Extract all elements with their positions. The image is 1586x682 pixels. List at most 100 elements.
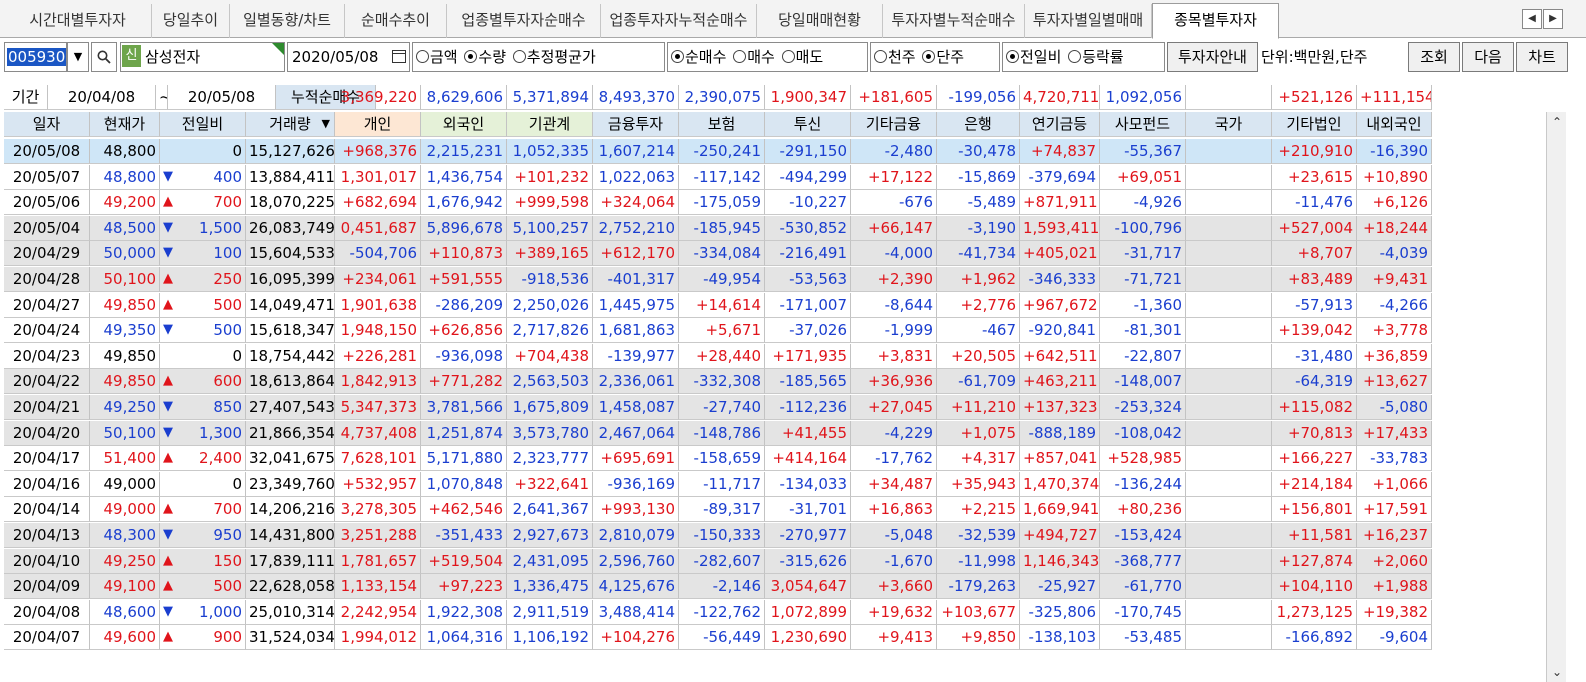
investor-cell-16: -33,783 (1357, 446, 1432, 472)
next-button[interactable]: 다음 (1462, 42, 1514, 72)
investor-cell-16: -5,080 (1357, 395, 1432, 420)
tab-8[interactable]: 투자자별일별매매 (1025, 4, 1152, 38)
price-cell: 48,800 (90, 139, 160, 164)
price-cell: 51,400 (90, 446, 160, 472)
column-header-15[interactable]: 기타법인 (1272, 112, 1357, 137)
column-header-1[interactable]: 현재가 (90, 112, 160, 137)
column-header-0[interactable]: 일자 (4, 112, 90, 137)
volume-cell: 32,041,675 (246, 446, 335, 472)
tab-0[interactable]: 시간대별투자자 (4, 4, 152, 38)
investor-cell-8: -117,142 (679, 164, 765, 190)
investor-guide-button[interactable]: 투자자안내 (1167, 42, 1258, 72)
cumulative-sum-10 (1186, 85, 1272, 110)
radio-prev-day[interactable]: 전일비 (1006, 43, 1061, 71)
search-button[interactable] (91, 42, 117, 72)
column-header-9[interactable]: 투신 (765, 112, 851, 137)
down-arrow-icon: ▼ (163, 322, 173, 338)
investor-cell-4: +532,957 (335, 471, 421, 497)
radio-estimated-avg[interactable]: 추정평균가 (512, 43, 596, 71)
column-header-14[interactable]: 국가 (1186, 112, 1272, 137)
query-button[interactable]: 조회 (1408, 42, 1460, 72)
price-cell: 49,850 (90, 292, 160, 318)
investor-cell-14 (1186, 292, 1272, 318)
vertical-scrollbar[interactable]: ⌃ ⌄ (1546, 112, 1566, 682)
column-header-7[interactable]: 금융투자 (593, 112, 679, 137)
volume-sort-icon[interactable]: ▼ (322, 112, 330, 136)
column-header-12[interactable]: 연기금등 (1020, 112, 1100, 137)
radio-single-shares[interactable]: 단주 (922, 43, 964, 71)
cumulative-sum-8: 4,720,711 (1020, 85, 1100, 110)
investor-cell-10: -1,999 (851, 318, 937, 344)
investor-cell-5: -286,209 (421, 292, 507, 318)
column-header-4[interactable]: 개인 (335, 112, 421, 137)
investor-cell-8: -175,059 (679, 190, 765, 216)
radio-net-buy[interactable]: 순매수 (671, 43, 726, 71)
radio-amount[interactable]: 금액 (416, 43, 458, 71)
column-header-6[interactable]: 기관계 (507, 112, 593, 137)
radio-sell[interactable]: 매도 (781, 43, 823, 71)
volume-cell: 15,618,347 (246, 318, 335, 344)
tab-1[interactable]: 당일추이 (152, 4, 230, 38)
column-header-13[interactable]: 사모펀드 (1100, 112, 1186, 137)
tab-5[interactable]: 업종투자자누적순매수 (601, 4, 757, 38)
tab-9[interactable]: 종목별투자자 (1152, 3, 1279, 39)
tab-prev-icon[interactable]: ◀ (1522, 9, 1542, 29)
price-cell: 50,100 (90, 267, 160, 292)
date-input[interactable]: 2020/05/08 (287, 42, 410, 72)
tab-6[interactable]: 당일매매현황 (757, 4, 883, 38)
column-header-11[interactable]: 은행 (937, 112, 1020, 137)
radio-thousand-shares[interactable]: 천주 (874, 43, 916, 71)
change-value: 0 (232, 142, 242, 160)
investor-cell-15: -166,892 (1272, 625, 1357, 651)
investor-cell-6: 5,100,257 (507, 215, 593, 241)
column-header-5[interactable]: 외국인 (421, 112, 507, 137)
investor-cell-4: 3,278,305 (335, 497, 421, 523)
investor-cell-4: 1,901,638 (335, 292, 421, 318)
radio-change-rate[interactable]: 등락률 (1068, 43, 1124, 71)
investor-cell-4: 2,242,954 (335, 599, 421, 625)
tab-3[interactable]: 순매수추이 (345, 4, 447, 38)
cumulative-sum-4: 2,390,075 (679, 85, 765, 110)
investor-cell-10: +36,936 (851, 369, 937, 395)
change-cell: ▲ 500 (160, 574, 246, 600)
investor-cell-4: +682,694 (335, 190, 421, 216)
down-arrow-icon: ▼ (163, 399, 173, 414)
calendar-icon[interactable] (392, 50, 406, 63)
tab-4[interactable]: 업종별투자자순매수 (447, 4, 601, 38)
up-arrow-icon: ▲ (163, 552, 173, 568)
price-cell: 50,100 (90, 420, 160, 446)
radio-buy[interactable]: 매수 (733, 43, 775, 71)
scroll-up-icon[interactable]: ⌃ (1547, 112, 1567, 132)
investor-cell-11: -30,478 (937, 139, 1020, 164)
stock-code-input[interactable]: 005930 (4, 42, 67, 72)
investor-cell-13: -4,926 (1100, 190, 1186, 216)
investor-cell-6: 2,911,519 (507, 599, 593, 625)
column-header-16[interactable]: 내외국인 (1357, 112, 1432, 137)
stock-name-input[interactable]: 삼성전자 (120, 42, 285, 72)
period-to-input[interactable]: 20/05/08 (168, 85, 276, 110)
radio-quantity[interactable]: 수량 (464, 43, 506, 71)
investor-cell-5: -936,098 (421, 343, 507, 369)
investor-cell-4: 1,994,012 (335, 625, 421, 651)
change-cell: ▲ 250 (160, 267, 246, 292)
change-cell: ▲ 500 (160, 292, 246, 318)
tab-next-icon[interactable]: ▶ (1543, 9, 1563, 29)
investor-cell-6: 1,675,809 (507, 395, 593, 420)
column-header-2[interactable]: 전일비 (160, 112, 246, 137)
column-header-8[interactable]: 보험 (679, 112, 765, 137)
investor-cell-15: +8,707 (1272, 241, 1357, 267)
investor-cell-4: +234,061 (335, 267, 421, 292)
investor-cell-9: +414,164 (765, 446, 851, 472)
period-from-input[interactable]: 20/04/08 (48, 85, 156, 110)
code-dropdown-button[interactable]: ▼ (67, 42, 89, 72)
chart-button[interactable]: 차트 (1516, 42, 1568, 72)
period-tilde: ~ (156, 85, 168, 110)
scroll-down-icon[interactable]: ⌄ (1547, 662, 1567, 682)
tab-7[interactable]: 투자자별누적순매수 (883, 4, 1025, 38)
column-header-10[interactable]: 기타금융 (851, 112, 937, 137)
volume-cell: 17,839,111 (246, 548, 335, 574)
investor-cell-5: 1,251,874 (421, 420, 507, 446)
column-header-3[interactable]: 거래량 ▼ (246, 112, 335, 137)
tab-2[interactable]: 일별동향/차트 (230, 4, 345, 38)
investor-cell-8: -250,241 (679, 139, 765, 164)
